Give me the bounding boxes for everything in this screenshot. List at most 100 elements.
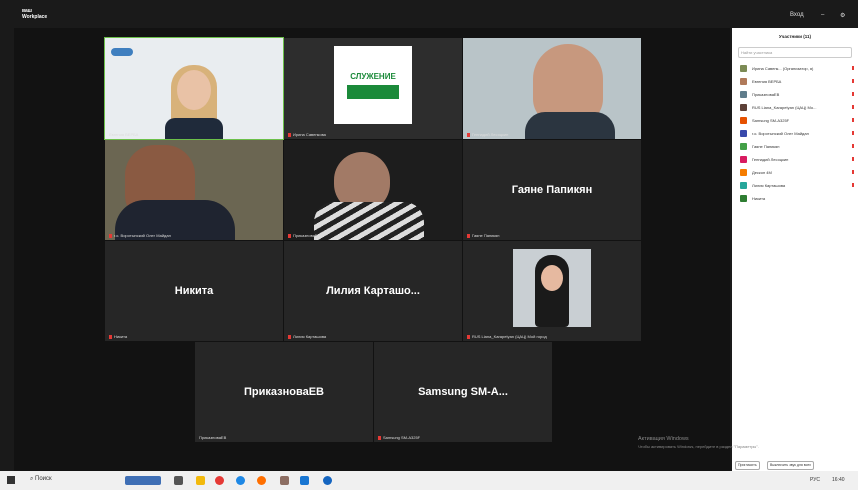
mic-muted-icon <box>288 334 291 339</box>
clothing <box>525 112 615 139</box>
participant-label: г.о. Воротынский Олег Майдан <box>109 233 171 238</box>
mic-muted-icon[interactable] <box>852 118 854 122</box>
participant-row[interactable]: Гаяне Папикян <box>732 140 858 153</box>
video-tile-9[interactable]: RUS Liana_Karapetyan (ЦАЦ) Мой город <box>463 241 641 341</box>
logo-shape <box>347 85 399 99</box>
mic-muted-icon[interactable] <box>852 183 854 187</box>
face <box>177 70 211 110</box>
taskbar-search[interactable]: ⌕ Поиск <box>30 476 52 483</box>
participant-name: Ирина Савенк... (Организатор, я) <box>752 66 814 71</box>
avatar <box>740 195 747 202</box>
clock[interactable]: 16:40 <box>832 477 845 483</box>
mic-muted-icon <box>109 233 112 238</box>
video-tile-8[interactable]: Лилия Карташо... Лилия Карташова <box>284 241 462 341</box>
participant-row[interactable]: Samsung SM-A325F <box>732 114 858 127</box>
edge-icon[interactable] <box>323 476 332 485</box>
participant-name: Samsung SM-A325F <box>752 118 790 123</box>
participant-row[interactable]: Дескоп 4M <box>732 166 858 179</box>
participants-panel: Участники (11) Найти участника Ирина Сав… <box>732 28 858 471</box>
participant-row[interactable]: Ирина Савенк... (Организатор, я) <box>732 62 858 75</box>
language-indicator[interactable]: РУС <box>810 477 820 483</box>
participant-name: Никита <box>752 196 766 201</box>
windows-activation-watermark: Активация Windows Чтобы активировать Win… <box>638 436 759 450</box>
taskbar: ⌕ Поиск РУС 16:40 <box>0 471 858 490</box>
title-bar: ваш Workplace Вход – ⚙ <box>0 0 858 28</box>
activation-subtitle: Чтобы активировать Windows, перейдите в … <box>638 444 759 449</box>
participant-label: Ирина Савенкова <box>288 132 326 137</box>
mic-muted-icon <box>109 334 112 339</box>
video-tile-4[interactable]: г.о. Воротынский Олег Майдан <box>105 140 283 240</box>
participant-row[interactable]: г.о. Воротынский Олег Майдан <box>732 127 858 140</box>
video-tile-10[interactable]: ПриказноваЕВ ПриказноваЕВ <box>195 342 373 442</box>
video-tile-7[interactable]: Никита Никита <box>105 241 283 341</box>
mic-muted-icon <box>467 233 470 238</box>
app-title: ваш Workplace <box>22 8 48 20</box>
face <box>541 265 563 291</box>
video-tile-1[interactable]: Евгения ВЕРБА <box>104 37 284 140</box>
video-grid: Евгения ВЕРБА СЛУЖЕНИЕ Ирина Савенкова Г… <box>14 28 730 471</box>
participant-label: ПриказноваЕВ <box>199 435 227 440</box>
logo-text: СЛУЖЕНИЕ <box>350 72 396 81</box>
participant-name: Лилия Карташова <box>752 183 786 188</box>
video-tile-3[interactable]: Геннадий Лесоцкин <box>463 38 641 139</box>
avatar <box>740 91 747 98</box>
participants-title: Участники (11) <box>778 34 812 39</box>
mic-muted-icon[interactable] <box>852 131 854 135</box>
mic-muted-icon[interactable] <box>852 92 854 96</box>
participant-name: Евгения ВЕРБА <box>752 79 782 84</box>
gear-icon[interactable]: ⚙ <box>840 12 845 19</box>
avatar <box>740 169 747 176</box>
participant-label: ПриказноваЕВ <box>288 233 320 238</box>
mic-muted-icon[interactable] <box>852 66 854 70</box>
mic-muted-icon[interactable] <box>852 144 854 148</box>
participant-label: Евгения ВЕРБА <box>109 132 139 137</box>
video-tile-2[interactable]: СЛУЖЕНИЕ Ирина Савенкова <box>284 38 462 139</box>
yandex-icon[interactable] <box>257 476 266 485</box>
browser-icon[interactable] <box>236 476 245 485</box>
participant-label: Гаяне Папикян <box>467 233 500 238</box>
participant-row[interactable]: RUS Liana_Karapetyan (ЦАЦ) Мо... <box>732 101 858 114</box>
activation-title: Активация Windows <box>638 436 689 442</box>
participant-name: ПриказноваЕВ <box>752 92 780 97</box>
profile-photo <box>513 249 591 327</box>
video-tile-6[interactable]: Гаяне Папикян Гаяне Папикян <box>463 140 641 240</box>
participant-label: Никита <box>109 334 127 339</box>
file-explorer-icon[interactable] <box>196 476 205 485</box>
participant-name: RUS Liana_Karapetyan (ЦАЦ) Мо... <box>752 105 817 110</box>
avatar <box>740 78 747 85</box>
windows-start-icon[interactable] <box>7 476 15 484</box>
participant-label: RUS Liana_Karapetyan (ЦАЦ) Мой город <box>467 334 547 339</box>
participant-name: г.о. Воротынский Олег Майдан <box>752 131 809 136</box>
participant-row[interactable]: Геннадий Лесоцкин <box>732 153 858 166</box>
mic-muted-icon[interactable] <box>852 105 854 109</box>
participant-name: ПриказноваЕВ <box>244 386 324 398</box>
mic-muted-icon[interactable] <box>852 157 854 161</box>
participant-name: Геннадий Лесоцкин <box>752 157 789 162</box>
invite-button[interactable]: Пригласить <box>735 461 760 470</box>
participant-search-input[interactable]: Найти участника <box>738 47 852 58</box>
participant-list: Ирина Савенк... (Организатор, я) Евгения … <box>732 62 858 205</box>
opera-icon[interactable] <box>215 476 224 485</box>
organization-logo: СЛУЖЕНИЕ <box>334 46 412 124</box>
meeting-app-icon[interactable] <box>300 476 309 485</box>
video-tile-5[interactable]: ПриказноваЕВ <box>284 140 462 240</box>
striped-shirt <box>314 202 424 240</box>
participant-row[interactable]: Евгения ВЕРБА <box>732 75 858 88</box>
mic-muted-icon <box>467 334 470 339</box>
participant-label: Samsung SM-A325F <box>378 435 420 440</box>
mic-muted-icon[interactable] <box>852 170 854 174</box>
login-link[interactable]: Вход <box>790 12 804 18</box>
weather-widget-icon[interactable] <box>125 476 161 485</box>
mute-all-button[interactable]: Выключить звук для всех <box>767 461 814 470</box>
participant-row[interactable]: Лилия Карташова <box>732 179 858 192</box>
video-tile-11[interactable]: Samsung SM-A... Samsung SM-A325F <box>374 342 552 442</box>
avatar <box>740 130 747 137</box>
participant-name: Гаяне Папикян <box>511 184 593 196</box>
task-view-icon[interactable] <box>174 476 183 485</box>
mic-muted-icon[interactable] <box>852 79 854 83</box>
participant-row[interactable]: Никита <box>732 192 858 205</box>
avatar <box>740 143 747 150</box>
app-icon[interactable] <box>280 476 289 485</box>
minimize-icon[interactable]: – <box>821 12 824 18</box>
participant-row[interactable]: ПриказноваЕВ <box>732 88 858 101</box>
